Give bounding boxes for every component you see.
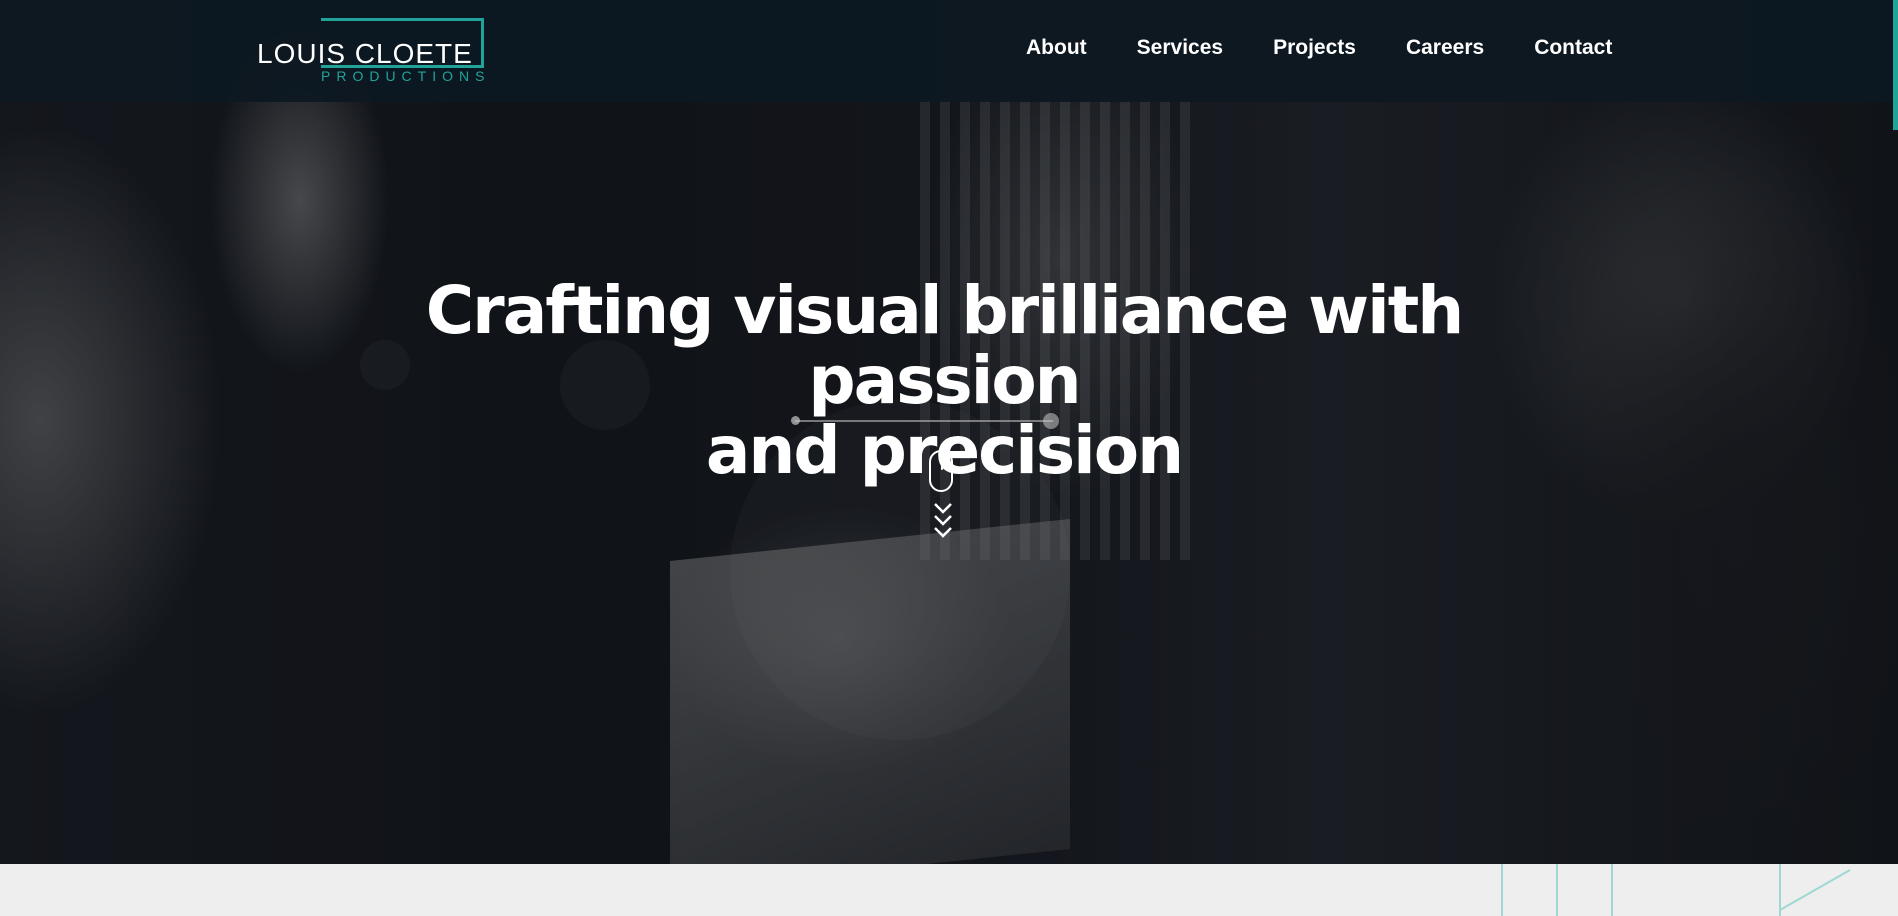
- hero-slider-dot[interactable]: [791, 416, 800, 425]
- hero-slider-track: [795, 420, 1053, 422]
- main-nav: About Services Projects Careers Contact: [1026, 36, 1612, 60]
- nav-services[interactable]: Services: [1137, 36, 1223, 60]
- site-logo[interactable]: LOUIS CLOETE PRODUCTIONS: [257, 18, 489, 84]
- hero-slider-dot[interactable]: [1043, 413, 1059, 429]
- logo-main-text: LOUIS CLOETE: [257, 38, 473, 69]
- chevrons-down-icon[interactable]: [929, 496, 957, 544]
- next-section: [0, 864, 1898, 916]
- nav-about[interactable]: About: [1026, 36, 1087, 60]
- logo-sub-text: PRODUCTIONS: [321, 68, 491, 84]
- nav-projects[interactable]: Projects: [1273, 36, 1356, 60]
- page-scrollbar[interactable]: [1893, 0, 1898, 130]
- decorative-lines: [1501, 864, 1851, 916]
- nav-contact[interactable]: Contact: [1534, 36, 1612, 60]
- mouse-wheel: [941, 460, 943, 470]
- nav-careers[interactable]: Careers: [1406, 36, 1484, 60]
- site-header: LOUIS CLOETE PRODUCTIONS About Services …: [0, 0, 1898, 102]
- headline-line-1: Crafting visual brilliance with passion: [425, 272, 1464, 419]
- mouse-scroll-icon[interactable]: [929, 450, 953, 492]
